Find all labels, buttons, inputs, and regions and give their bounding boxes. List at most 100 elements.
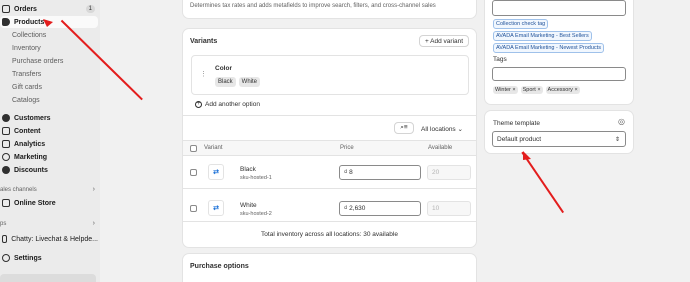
price-input[interactable]: ₫ 8: [339, 165, 421, 180]
image-placeholder-icon[interactable]: ⇄: [208, 164, 224, 180]
add-another-option-button[interactable]: + Add another option: [195, 101, 260, 108]
divider: [183, 115, 476, 116]
organization-card: Collection check tag AVADA Email Marketi…: [485, 0, 633, 104]
app-icon: [2, 235, 8, 243]
tag-text: Winter: [495, 87, 511, 93]
collection-tag[interactable]: Collection check tag: [493, 19, 549, 29]
sidebar-item-discounts[interactable]: Discounts: [0, 164, 98, 176]
row-checkbox[interactable]: [190, 169, 197, 176]
chevron-right-icon[interactable]: ›: [93, 186, 95, 193]
select-all-checkbox[interactable]: [190, 145, 197, 152]
theme-template-card: Theme template ◎ Default product ⇕: [485, 111, 633, 153]
tag-pill[interactable]: Sport ×: [520, 86, 543, 94]
category-card: Determines tax rates and adds metafields…: [183, 0, 476, 18]
arrow-head: [43, 19, 53, 27]
select-chevron-icon: ⇕: [614, 136, 620, 143]
collection-tag[interactable]: AVADA Email Marketing - Newest Products: [493, 43, 604, 53]
total-inventory-text: Total inventory across all locations: 30…: [261, 231, 398, 238]
option-values: Black White: [215, 77, 263, 87]
option-name: Color: [215, 65, 232, 72]
theme-template-label: Theme template: [493, 120, 540, 127]
location-filter-label: All locations: [421, 126, 456, 133]
tag-list: Winter × Sport × Accessory ×: [493, 86, 583, 94]
table-header: Variant Price Available: [183, 140, 476, 156]
close-icon[interactable]: ×: [574, 87, 577, 93]
add-another-option-label: Add another option: [205, 101, 260, 108]
location-filter-select[interactable]: All locations ⌄: [421, 125, 463, 133]
sidebar-item-marketing[interactable]: Marketing: [0, 151, 98, 163]
col-price: Price: [340, 145, 354, 151]
category-help-text: Determines tax rates and adds metafields…: [190, 3, 436, 9]
tags-label: Tags: [493, 56, 507, 63]
sidebar-item-content[interactable]: Content: [0, 125, 98, 137]
sidebar-item-label: Collections: [12, 31, 47, 39]
image-placeholder-icon[interactable]: ⇄: [208, 200, 224, 216]
close-icon[interactable]: ×: [537, 87, 540, 93]
sidebar-item-label: Customers: [14, 114, 51, 122]
close-icon[interactable]: ×: [512, 87, 515, 93]
tag-pill[interactable]: Accessory ×: [545, 86, 580, 94]
sidebar-item-gift-cards[interactable]: Gift cards: [0, 81, 98, 93]
add-variant-button[interactable]: + Add variant: [419, 35, 469, 47]
sidebar-item-orders[interactable]: Orders 1: [0, 3, 98, 15]
tags-input[interactable]: [492, 67, 626, 81]
sidebar-item-label: Orders: [14, 5, 37, 13]
plus-circle-icon: +: [195, 101, 202, 108]
tag-text: Sport: [522, 87, 536, 93]
chevron-down-icon: ⌄: [457, 126, 463, 133]
variants-title: Variants: [190, 38, 218, 45]
apps-heading: ps: [0, 221, 7, 227]
sidebar-item-analytics[interactable]: Analytics: [0, 138, 98, 150]
sidebar-item-customers[interactable]: Customers: [0, 112, 98, 124]
search-filter-button[interactable]: ⌕≡: [394, 122, 414, 134]
sidebar-item-label: Content: [14, 127, 41, 135]
orders-icon: [2, 5, 10, 13]
search-icon: ⌕≡: [400, 124, 408, 131]
option-value-chip[interactable]: Black: [215, 77, 236, 87]
theme-template-value: Default product: [497, 135, 542, 143]
sidebar-item-label: Transfers: [12, 70, 42, 78]
variant-sku: sku-hosted-1: [240, 175, 272, 181]
sidebar-item-label: Marketing: [14, 153, 48, 161]
drag-handle-icon[interactable]: ⋮: [200, 70, 207, 78]
option-value-chip[interactable]: White: [238, 77, 261, 87]
sidebar-item-purchase-orders[interactable]: Purchase orders: [0, 55, 98, 67]
sidebar-item-label: Purchase orders: [12, 57, 64, 65]
price-input[interactable]: ₫ 2,630: [339, 201, 421, 216]
collection-tags: Collection check tag AVADA Email Marketi…: [493, 19, 604, 53]
variants-card: Variants + Add variant ⋮ Color Black Whit…: [183, 29, 476, 247]
row-checkbox[interactable]: [190, 205, 197, 212]
variant-name[interactable]: Black: [240, 166, 256, 173]
variant-sku: sku-hosted-2: [240, 211, 272, 217]
tag-icon: [2, 18, 10, 26]
sidebar-item-settings[interactable]: Settings: [0, 252, 98, 264]
store-icon: [2, 199, 10, 207]
tag-text: Accessory: [547, 87, 573, 93]
variant-name[interactable]: White: [240, 202, 257, 209]
sidebar-item-online-store[interactable]: Online Store: [0, 197, 98, 209]
table-row[interactable]: ⇄ White sku-hosted-2 ₫ 2,630 10: [183, 189, 476, 222]
sidebar-item-chatty[interactable]: Chatty: Livechat & Helpde...: [0, 233, 98, 245]
chevron-right-icon[interactable]: ›: [93, 220, 95, 227]
analytics-icon: [2, 140, 10, 148]
col-variant: Variant: [204, 145, 223, 151]
discount-icon: [2, 166, 10, 174]
tag-pill[interactable]: Winter ×: [493, 86, 518, 94]
sidebar-item-transfers[interactable]: Transfers: [0, 68, 98, 80]
theme-template-select[interactable]: Default product ⇕: [492, 131, 626, 147]
table-row[interactable]: ⇄ Black sku-hosted-1 ₫ 8 20: [183, 156, 476, 189]
sidebar-item-label: Online Store: [14, 199, 56, 207]
available-input[interactable]: 20: [427, 165, 471, 180]
collections-input[interactable]: [492, 0, 626, 16]
available-input[interactable]: 10: [427, 201, 471, 216]
collection-tag[interactable]: AVADA Email Marketing - Best Sellers: [493, 31, 592, 41]
target-icon: [2, 153, 10, 161]
sidebar-item-label: Discounts: [14, 166, 48, 174]
sidebar-item-label: Chatty: Livechat & Helpde...: [11, 235, 98, 243]
col-available: Available: [428, 145, 453, 151]
eye-icon[interactable]: ◎: [618, 117, 625, 126]
person-icon: [2, 114, 10, 122]
sales-channels-heading: ales channels: [0, 187, 37, 193]
sidebar-item-label: Analytics: [14, 140, 46, 148]
sidebar-item-catalogs[interactable]: Catalogs: [0, 94, 98, 106]
